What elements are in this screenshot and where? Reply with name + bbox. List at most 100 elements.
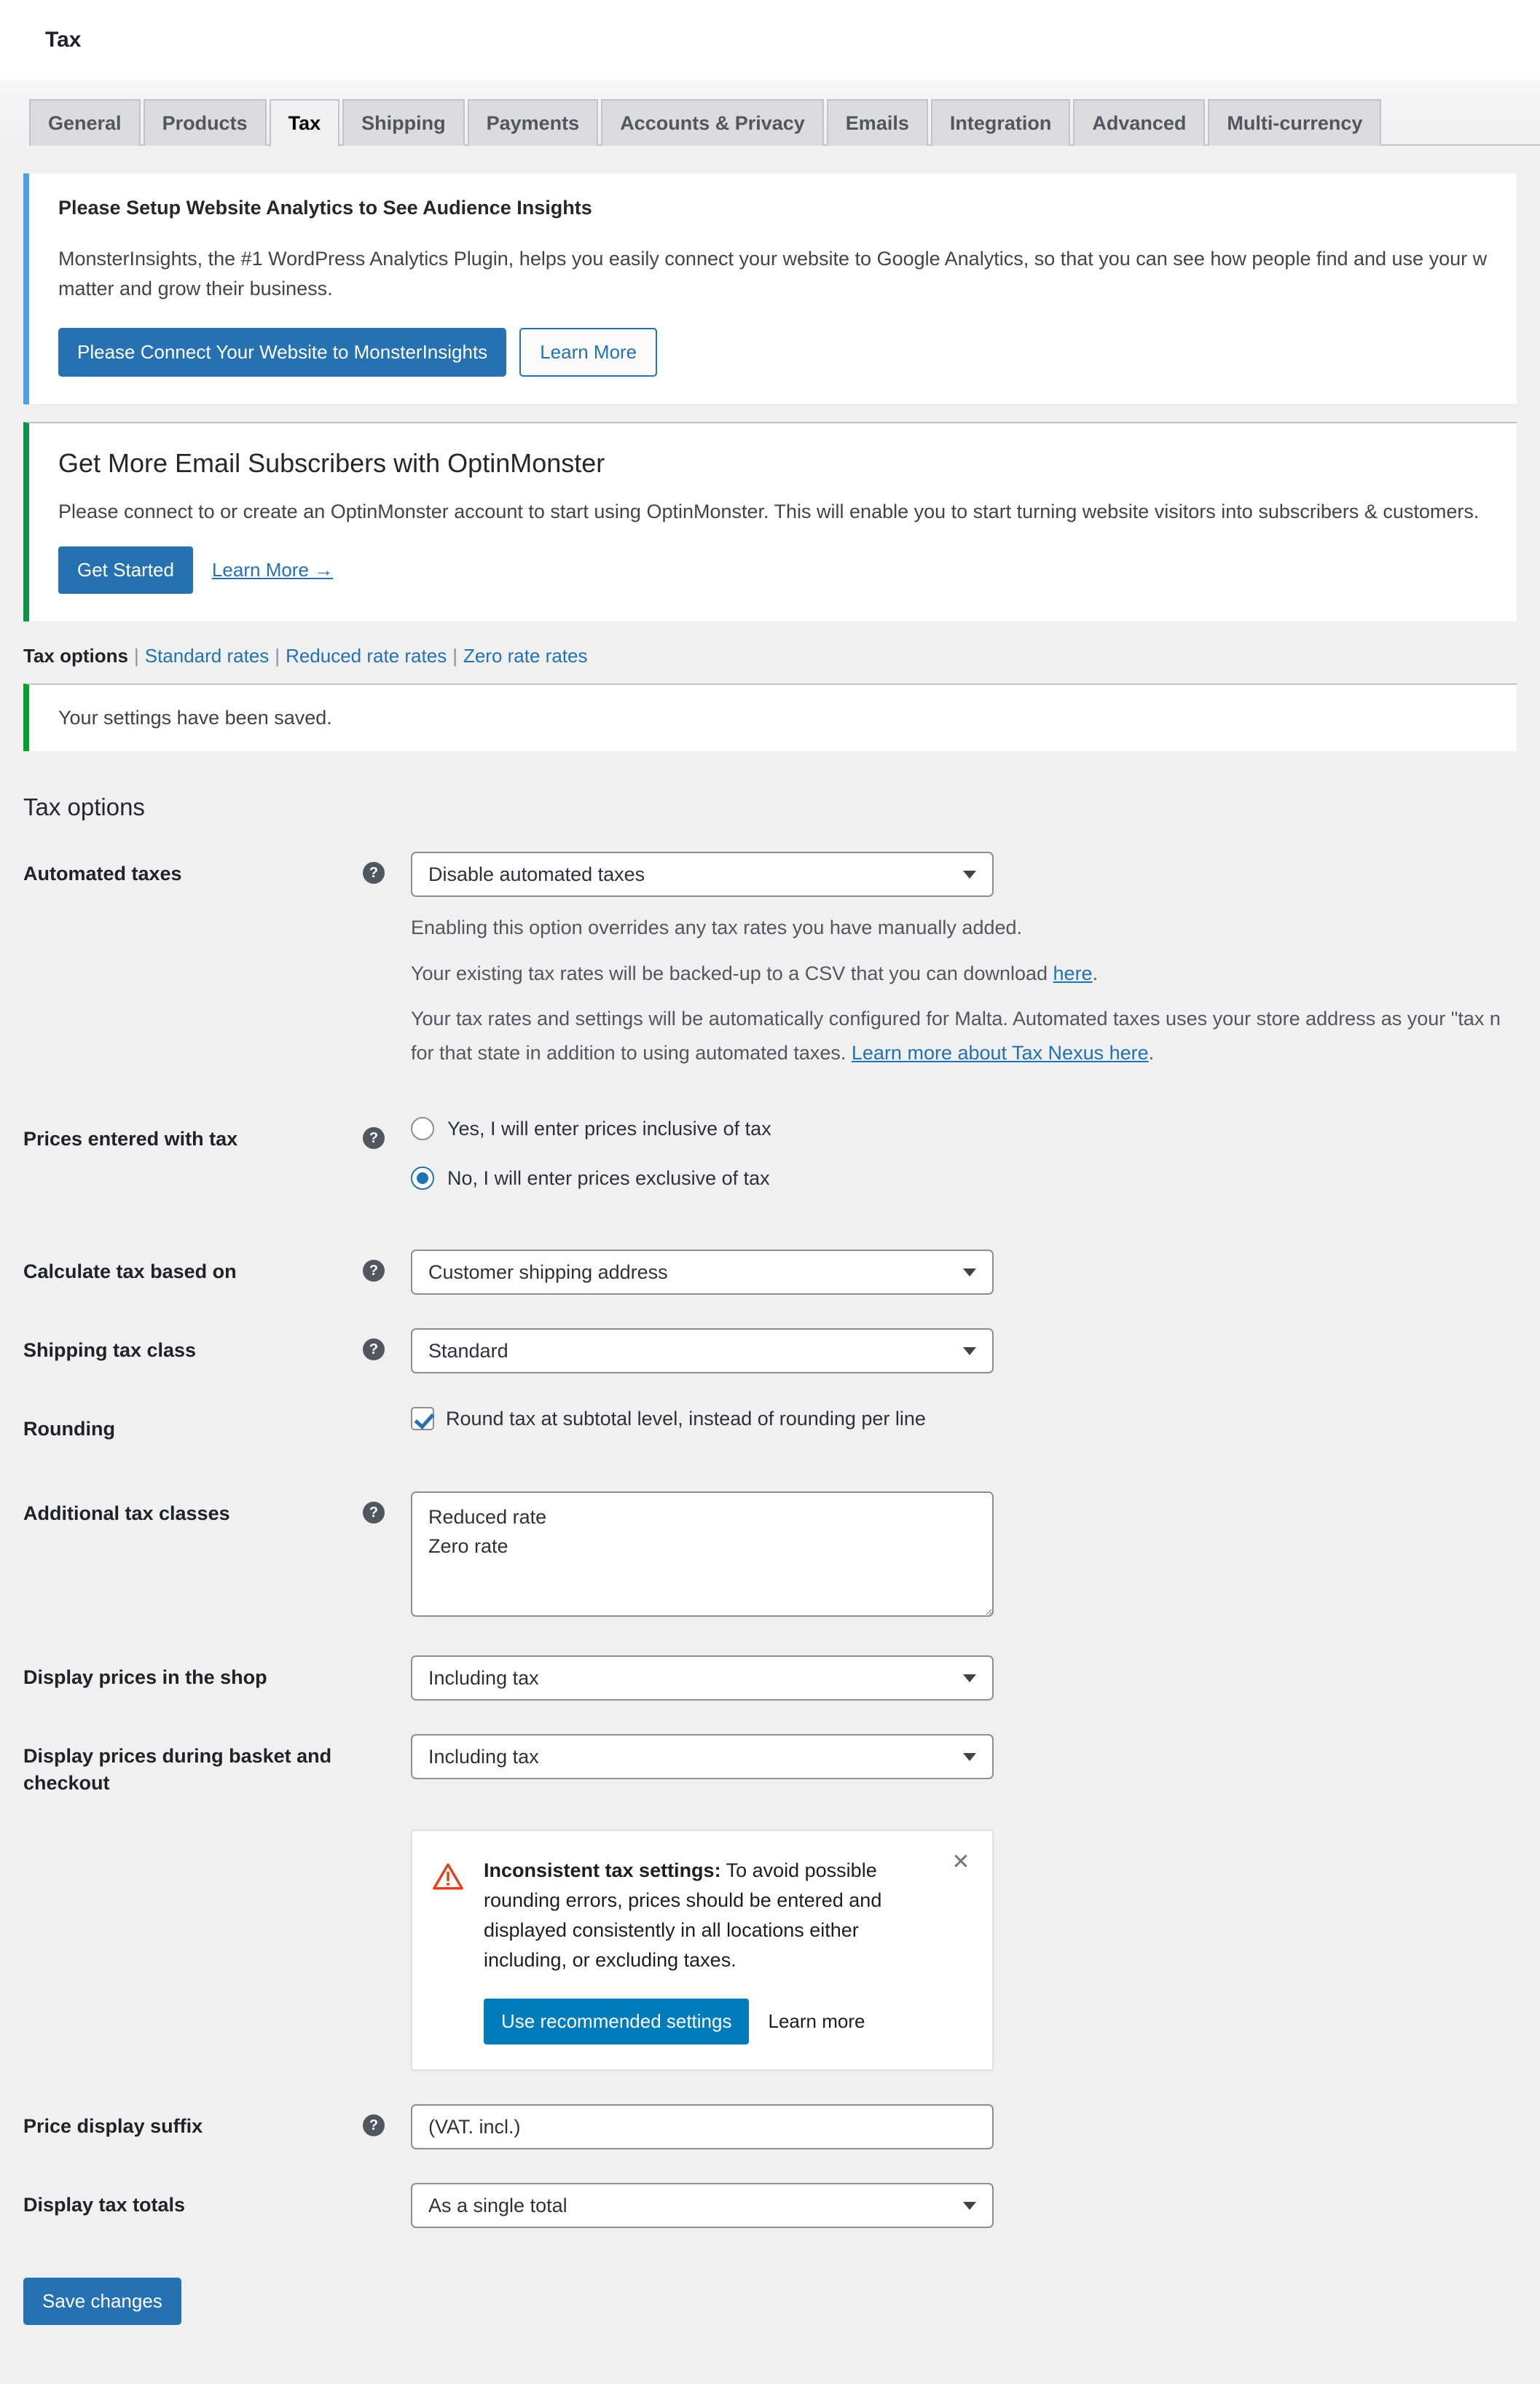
shipping-tax-class-select[interactable]: Standard bbox=[411, 1328, 994, 1373]
tab-tax[interactable]: Tax bbox=[269, 99, 340, 147]
price-display-suffix-input[interactable] bbox=[411, 2104, 994, 2150]
close-icon[interactable]: ✕ bbox=[948, 1850, 973, 1875]
radio-label-prices-inclusive: Yes, I will enter prices inclusive of ta… bbox=[447, 1117, 771, 1140]
tab-integration[interactable]: Integration bbox=[930, 99, 1071, 146]
field-additional-tax-classes: Additional tax classes ? Reduced rate Ze… bbox=[23, 1491, 1517, 1622]
csv-download-here-link[interactable]: here bbox=[1053, 962, 1093, 984]
field-control-inconsistent-tax-warning: Inconsistent tax settings: To avoid poss… bbox=[411, 1830, 1517, 2071]
field-display-tax-totals: Display tax totals As a single total bbox=[23, 2183, 1517, 2229]
tax-subnav: Tax options | Standard rates | Reduced r… bbox=[0, 622, 1540, 683]
optinmonster-notice-actions: Get Started Learn More → bbox=[58, 546, 1488, 594]
tab-general[interactable]: General bbox=[29, 99, 141, 146]
shipping-tax-class-selected-value: Standard bbox=[428, 1339, 508, 1362]
field-rounding: Rounding Round tax at subtotal level, in… bbox=[23, 1407, 1517, 1442]
subnav-item-standard-rates[interactable]: Standard rates bbox=[145, 645, 270, 667]
display-prices-shop-help-spacer bbox=[363, 1655, 411, 1666]
automated-taxes-desc-3-line1: Your tax rates and settings will be auto… bbox=[411, 1008, 1501, 1030]
field-control-price-display-suffix bbox=[411, 2104, 1517, 2150]
question-mark-icon[interactable]: ? bbox=[363, 1260, 385, 1282]
field-prices-entered-with-tax: Prices entered with tax ? Yes, I will en… bbox=[23, 1117, 1517, 1216]
help-tip-additional-tax-classes[interactable]: ? bbox=[363, 1491, 411, 1524]
question-mark-icon[interactable]: ? bbox=[363, 1338, 385, 1360]
tab-accounts-privacy[interactable]: Accounts & Privacy bbox=[601, 99, 824, 146]
automated-taxes-selected-value: Disable automated taxes bbox=[428, 863, 645, 885]
chevron-down-icon bbox=[963, 870, 976, 879]
question-mark-icon[interactable]: ? bbox=[363, 1127, 385, 1149]
save-changes-button[interactable]: Save changes bbox=[23, 2278, 181, 2326]
subnav-separator-3: | bbox=[452, 645, 457, 667]
settings-saved-notice: Your settings have been saved. bbox=[23, 683, 1517, 751]
field-label-display-tax-totals: Display tax totals bbox=[23, 2194, 186, 2216]
help-tip-shipping-tax-class[interactable]: ? bbox=[363, 1328, 411, 1360]
rounding-checkbox-row[interactable]: Round tax at subtotal level, instead of … bbox=[411, 1407, 1517, 1430]
admin-topbar: Tax bbox=[0, 0, 1540, 80]
subnav-item-tax-options[interactable]: Tax options bbox=[23, 645, 128, 667]
rounding-checkbox[interactable] bbox=[411, 1407, 434, 1430]
monsterinsights-learn-more-button[interactable]: Learn More bbox=[519, 328, 658, 377]
radio-option-prices-inclusive[interactable]: Yes, I will enter prices inclusive of ta… bbox=[411, 1117, 1517, 1140]
field-label-price-display-suffix: Price display suffix bbox=[23, 2115, 203, 2138]
tab-products[interactable]: Products bbox=[143, 99, 267, 146]
tab-shipping[interactable]: Shipping bbox=[342, 99, 465, 146]
monsterinsights-notice: Please Setup Website Analytics to See Au… bbox=[23, 173, 1517, 404]
automated-taxes-desc-3-pre: for that state in addition to using auto… bbox=[411, 1041, 852, 1064]
display-tax-totals-selected-value: As a single total bbox=[428, 2194, 567, 2216]
tab-advanced[interactable]: Advanced bbox=[1073, 99, 1206, 146]
field-control-display-tax-totals: As a single total bbox=[411, 2183, 1517, 2229]
help-tip-calculate-tax-based-on[interactable]: ? bbox=[363, 1250, 411, 1282]
field-control-automated-taxes: Disable automated taxes Enabling this op… bbox=[411, 852, 1517, 1067]
chevron-down-icon bbox=[963, 1268, 976, 1277]
monsterinsights-notice-body: MonsterInsights, the #1 WordPress Analyt… bbox=[58, 244, 1488, 303]
optinmonster-learn-more-link[interactable]: Learn More → bbox=[212, 559, 333, 581]
display-prices-checkout-select[interactable]: Including tax bbox=[411, 1734, 994, 1780]
field-control-display-prices-checkout: Including tax bbox=[411, 1734, 1517, 1780]
monsterinsights-notice-body-line2: matter and grow their business. bbox=[58, 277, 333, 299]
field-display-prices-shop: Display prices in the shop Including tax bbox=[23, 1655, 1517, 1701]
monsterinsights-notice-title: Please Setup Website Analytics to See Au… bbox=[58, 197, 592, 219]
calculate-tax-based-on-select[interactable]: Customer shipping address bbox=[411, 1250, 994, 1295]
display-tax-totals-select[interactable]: As a single total bbox=[411, 2183, 994, 2229]
help-tip-automated-taxes[interactable]: ? bbox=[363, 852, 411, 884]
field-label-display-prices-checkout: Display prices during basket and checkou… bbox=[23, 1745, 332, 1794]
additional-tax-classes-textarea[interactable]: Reduced rate Zero rate bbox=[411, 1491, 994, 1618]
chevron-down-icon bbox=[963, 2201, 976, 2210]
subnav-item-zero-rate-rates[interactable]: Zero rate rates bbox=[463, 645, 588, 667]
field-inconsistent-tax-warning: Inconsistent tax settings: To avoid poss… bbox=[23, 1830, 1517, 2071]
question-mark-icon[interactable]: ? bbox=[363, 1502, 385, 1524]
field-label-rounding: Rounding bbox=[23, 1418, 115, 1440]
section-heading-tax-options: Tax options bbox=[23, 793, 145, 820]
radio-prices-inclusive[interactable] bbox=[411, 1117, 434, 1140]
connect-monsterinsights-button[interactable]: Please Connect Your Website to MonsterIn… bbox=[58, 328, 507, 377]
radio-option-prices-exclusive[interactable]: No, I will enter prices exclusive of tax bbox=[411, 1166, 1517, 1190]
tab-payments[interactable]: Payments bbox=[467, 99, 599, 146]
display-prices-shop-select[interactable]: Including tax bbox=[411, 1655, 994, 1701]
use-recommended-settings-button[interactable]: Use recommended settings bbox=[484, 1999, 750, 2045]
tab-emails[interactable]: Emails bbox=[826, 99, 928, 146]
field-price-display-suffix: Price display suffix ? bbox=[23, 2104, 1517, 2150]
subnav-item-reduced-rate-rates[interactable]: Reduced rate rates bbox=[286, 645, 447, 667]
field-label-automated-taxes: Automated taxes bbox=[23, 863, 182, 885]
radio-prices-exclusive[interactable] bbox=[411, 1166, 434, 1190]
monsterinsights-notice-actions: Please Connect Your Website to MonsterIn… bbox=[58, 328, 1488, 377]
inconsistent-tax-settings-body: Inconsistent tax settings: To avoid poss… bbox=[484, 1856, 969, 2045]
field-label-calculate-tax-based-on: Calculate tax based on bbox=[23, 1260, 237, 1282]
automated-taxes-desc-2-post: . bbox=[1092, 962, 1099, 984]
tab-multi-currency[interactable]: Multi-currency bbox=[1208, 99, 1382, 146]
field-display-prices-checkout: Display prices during basket and checkou… bbox=[23, 1734, 1517, 1796]
subnav-separator-2: | bbox=[275, 645, 280, 667]
field-label-prices-entered-with-tax: Prices entered with tax bbox=[23, 1128, 238, 1150]
chevron-down-icon bbox=[963, 1346, 976, 1355]
help-tip-prices-entered-with-tax[interactable]: ? bbox=[363, 1117, 411, 1149]
question-mark-icon[interactable]: ? bbox=[363, 2114, 385, 2137]
optinmonster-get-started-button[interactable]: Get Started bbox=[58, 546, 193, 594]
automated-taxes-select[interactable]: Disable automated taxes bbox=[411, 852, 994, 897]
question-mark-icon[interactable]: ? bbox=[363, 862, 385, 884]
field-control-additional-tax-classes: Reduced rate Zero rate bbox=[411, 1491, 1517, 1622]
tax-nexus-link[interactable]: Learn more about Tax Nexus here bbox=[852, 1042, 1149, 1064]
inconsistent-tax-settings-text: Inconsistent tax settings: To avoid poss… bbox=[484, 1856, 940, 1975]
monsterinsights-notice-body-line1: MonsterInsights, the #1 WordPress Analyt… bbox=[58, 248, 1488, 270]
field-label-additional-tax-classes: Additional tax classes bbox=[23, 1502, 230, 1525]
help-tip-price-display-suffix[interactable]: ? bbox=[363, 2104, 411, 2137]
inconsistent-tax-settings-title: Inconsistent tax settings: bbox=[484, 1859, 721, 1882]
warning-learn-more-link[interactable]: Learn more bbox=[768, 2010, 865, 2033]
